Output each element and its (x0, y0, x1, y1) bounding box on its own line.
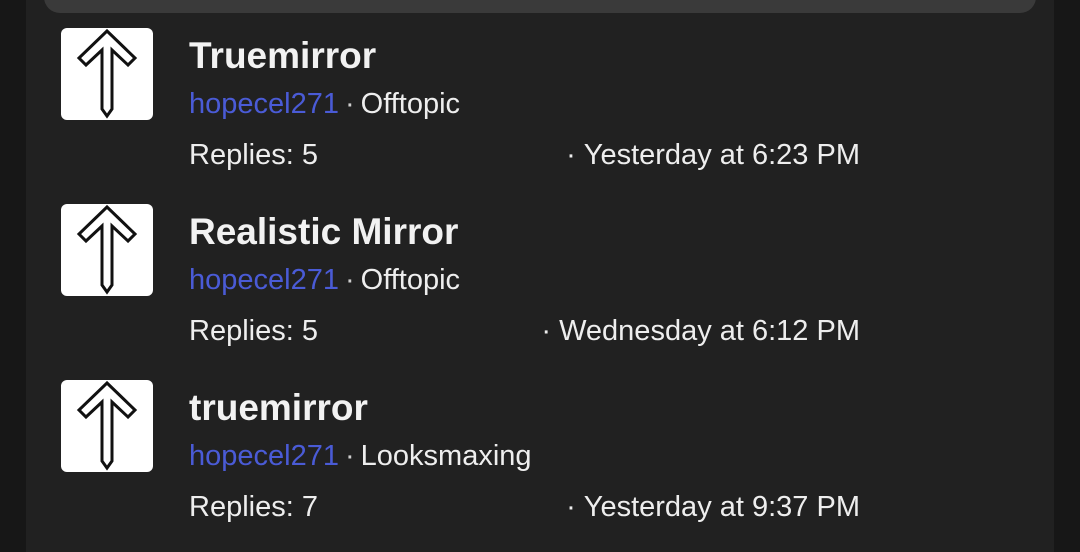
thread-item[interactable]: truemirror hopecel271 · Looksmaxing Replie… (0, 352, 1080, 528)
reply-count: Replies: 5 (189, 315, 318, 347)
thread-meta: hopecel271 · Looksmaxing (189, 438, 532, 474)
thread-title[interactable]: Realistic Mirror (189, 210, 458, 254)
thread-meta: hopecel271 · Offtopic (189, 262, 460, 298)
avatar[interactable] (61, 204, 153, 296)
last-activity[interactable]: · Wednesday at 6:12 PM (541, 313, 860, 349)
forum-link[interactable]: Looksmaxing (361, 440, 532, 472)
reply-count: Replies: 5 (189, 139, 318, 171)
up-arrow-icon (76, 28, 138, 119)
forum-link[interactable]: Offtopic (361, 264, 460, 296)
separator: · (344, 88, 355, 120)
up-arrow-icon (76, 204, 138, 295)
author-link[interactable]: hopecel271 (189, 264, 339, 296)
separator: · (541, 315, 552, 347)
separator: · (566, 491, 576, 523)
thread-meta: hopecel271 · Offtopic (189, 86, 460, 122)
thread-title[interactable]: truemirror (189, 386, 368, 430)
last-activity-time[interactable]: Yesterday at 9:37 PM (584, 491, 860, 523)
forum-link[interactable]: Offtopic (361, 88, 460, 120)
thread-title[interactable]: Truemirror (189, 34, 376, 78)
separator: · (344, 264, 355, 296)
separator: · (344, 440, 355, 472)
author-link[interactable]: hopecel271 (189, 88, 339, 120)
last-activity[interactable]: · Yesterday at 9:37 PM (566, 489, 860, 525)
reply-count: Replies: 7 (189, 491, 318, 523)
up-arrow-icon (76, 380, 138, 471)
avatar[interactable] (61, 380, 153, 472)
thread-item[interactable]: Realistic Mirror hopecel271 · Offtopic Rep… (0, 176, 1080, 352)
thread-item[interactable]: Truemirror hopecel271 · Offtopic Replies: … (0, 0, 1080, 176)
last-activity-time[interactable]: Yesterday at 6:23 PM (584, 139, 860, 171)
last-activity[interactable]: · Yesterday at 6:23 PM (566, 137, 860, 173)
last-activity-time[interactable]: Wednesday at 6:12 PM (559, 315, 860, 347)
author-link[interactable]: hopecel271 (189, 440, 339, 472)
avatar[interactable] (61, 28, 153, 120)
separator: · (566, 139, 576, 171)
